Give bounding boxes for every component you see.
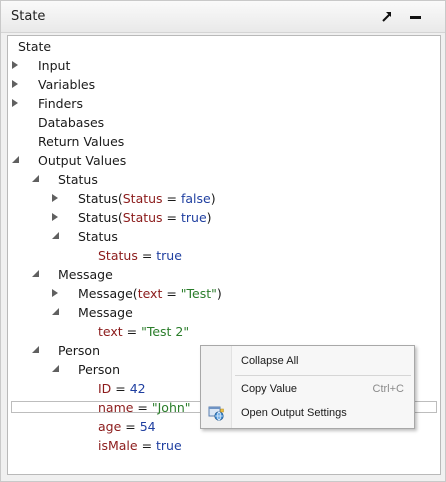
context-menu: Collapse All Copy Value Ctrl+C Open Outp… — [200, 345, 415, 429]
tree-node-label: ID = 42 — [98, 381, 146, 396]
tree-node-label: Output Values — [38, 153, 127, 168]
tree-node-finders[interactable]: Finders — [8, 94, 438, 113]
expand-arrow-icon[interactable] — [50, 208, 62, 227]
tree-node-label: Finders — [38, 96, 83, 111]
tree-node-databases[interactable]: Databases — [8, 113, 438, 132]
tree-node-label: name = "John" — [98, 400, 191, 415]
menu-item-copy-value[interactable]: Copy Value Ctrl+C — [201, 378, 414, 400]
tree-node-status-field[interactable]: Status = true — [8, 246, 438, 265]
tree-node-message-test[interactable]: Message(text = "Test") — [8, 284, 438, 303]
tree-node-label: Input — [38, 58, 71, 73]
tree-node-label: Person — [78, 362, 121, 377]
menu-item-shortcut: Ctrl+C — [372, 383, 404, 395]
tree-node-label: State — [18, 39, 52, 54]
maximize-arrow-icon[interactable] — [379, 8, 395, 24]
tree-node-message[interactable]: Message — [8, 303, 438, 322]
state-panel: State State Input Variables Finders Data… — [0, 0, 446, 482]
menu-item-label: Collapse All — [241, 355, 299, 367]
collapse-arrow-icon[interactable] — [10, 151, 22, 170]
collapse-arrow-icon[interactable] — [50, 360, 62, 379]
tree-node-return-values[interactable]: Return Values — [8, 132, 438, 151]
panel-titlebar: State — [1, 1, 445, 33]
menu-item-label: Open Output Settings — [241, 407, 347, 419]
tree-node-label: Status(Status = true) — [78, 210, 212, 225]
menu-item-collapse-all[interactable]: Collapse All — [201, 350, 414, 372]
collapse-arrow-icon[interactable] — [30, 341, 42, 360]
menu-item-label: Copy Value — [241, 383, 298, 395]
tree-node-status-false[interactable]: Status(Status = false) — [8, 189, 438, 208]
tree-node-label: Message(text = "Test") — [78, 286, 222, 301]
tree-node-message-field[interactable]: text = "Test 2" — [8, 322, 438, 341]
collapse-arrow-icon[interactable] — [50, 303, 62, 322]
settings-globe-icon — [208, 405, 224, 421]
expand-arrow-icon[interactable] — [50, 189, 62, 208]
collapse-arrow-icon[interactable] — [30, 170, 42, 189]
menu-separator — [235, 375, 411, 376]
tree-node-status[interactable]: Status — [8, 227, 438, 246]
tree-node-status-group[interactable]: Status — [8, 170, 438, 189]
tree-node-label: age = 54 — [98, 419, 156, 434]
tree-node-state[interactable]: State — [8, 37, 438, 56]
tree-node-field-ismale[interactable]: isMale = true — [8, 436, 438, 455]
tree-node-label: Return Values — [38, 134, 125, 149]
expand-arrow-icon[interactable] — [10, 56, 22, 75]
tree-node-variables[interactable]: Variables — [8, 75, 438, 94]
tree-node-message-group[interactable]: Message — [8, 265, 438, 284]
collapse-arrow-icon[interactable] — [50, 227, 62, 246]
tree-node-label: text = "Test 2" — [98, 324, 190, 339]
tree-node-label: Status — [78, 229, 118, 244]
minimize-icon[interactable] — [407, 8, 423, 24]
tree-node-label: Person — [58, 343, 101, 358]
tree-node-label: Status — [58, 172, 98, 187]
tree-node-input[interactable]: Input — [8, 56, 438, 75]
collapse-arrow-icon[interactable] — [30, 265, 42, 284]
tree-node-label: Message — [58, 267, 113, 282]
tree-node-label: Variables — [38, 77, 96, 92]
tree-node-label: isMale = true — [98, 438, 182, 453]
tree-node-status-true[interactable]: Status(Status = true) — [8, 208, 438, 227]
panel-title: State — [11, 9, 46, 24]
tree-node-output-values[interactable]: Output Values — [8, 151, 438, 170]
tree-node-label: Databases — [38, 115, 105, 130]
expand-arrow-icon[interactable] — [50, 284, 62, 303]
tree-node-label: Message — [78, 305, 133, 320]
expand-arrow-icon[interactable] — [10, 75, 22, 94]
tree-node-label: Status(Status = false) — [78, 191, 216, 206]
menu-item-open-output-settings[interactable]: Open Output Settings — [201, 402, 414, 424]
expand-arrow-icon[interactable] — [10, 94, 22, 113]
tree-node-label: Status = true — [98, 248, 182, 263]
